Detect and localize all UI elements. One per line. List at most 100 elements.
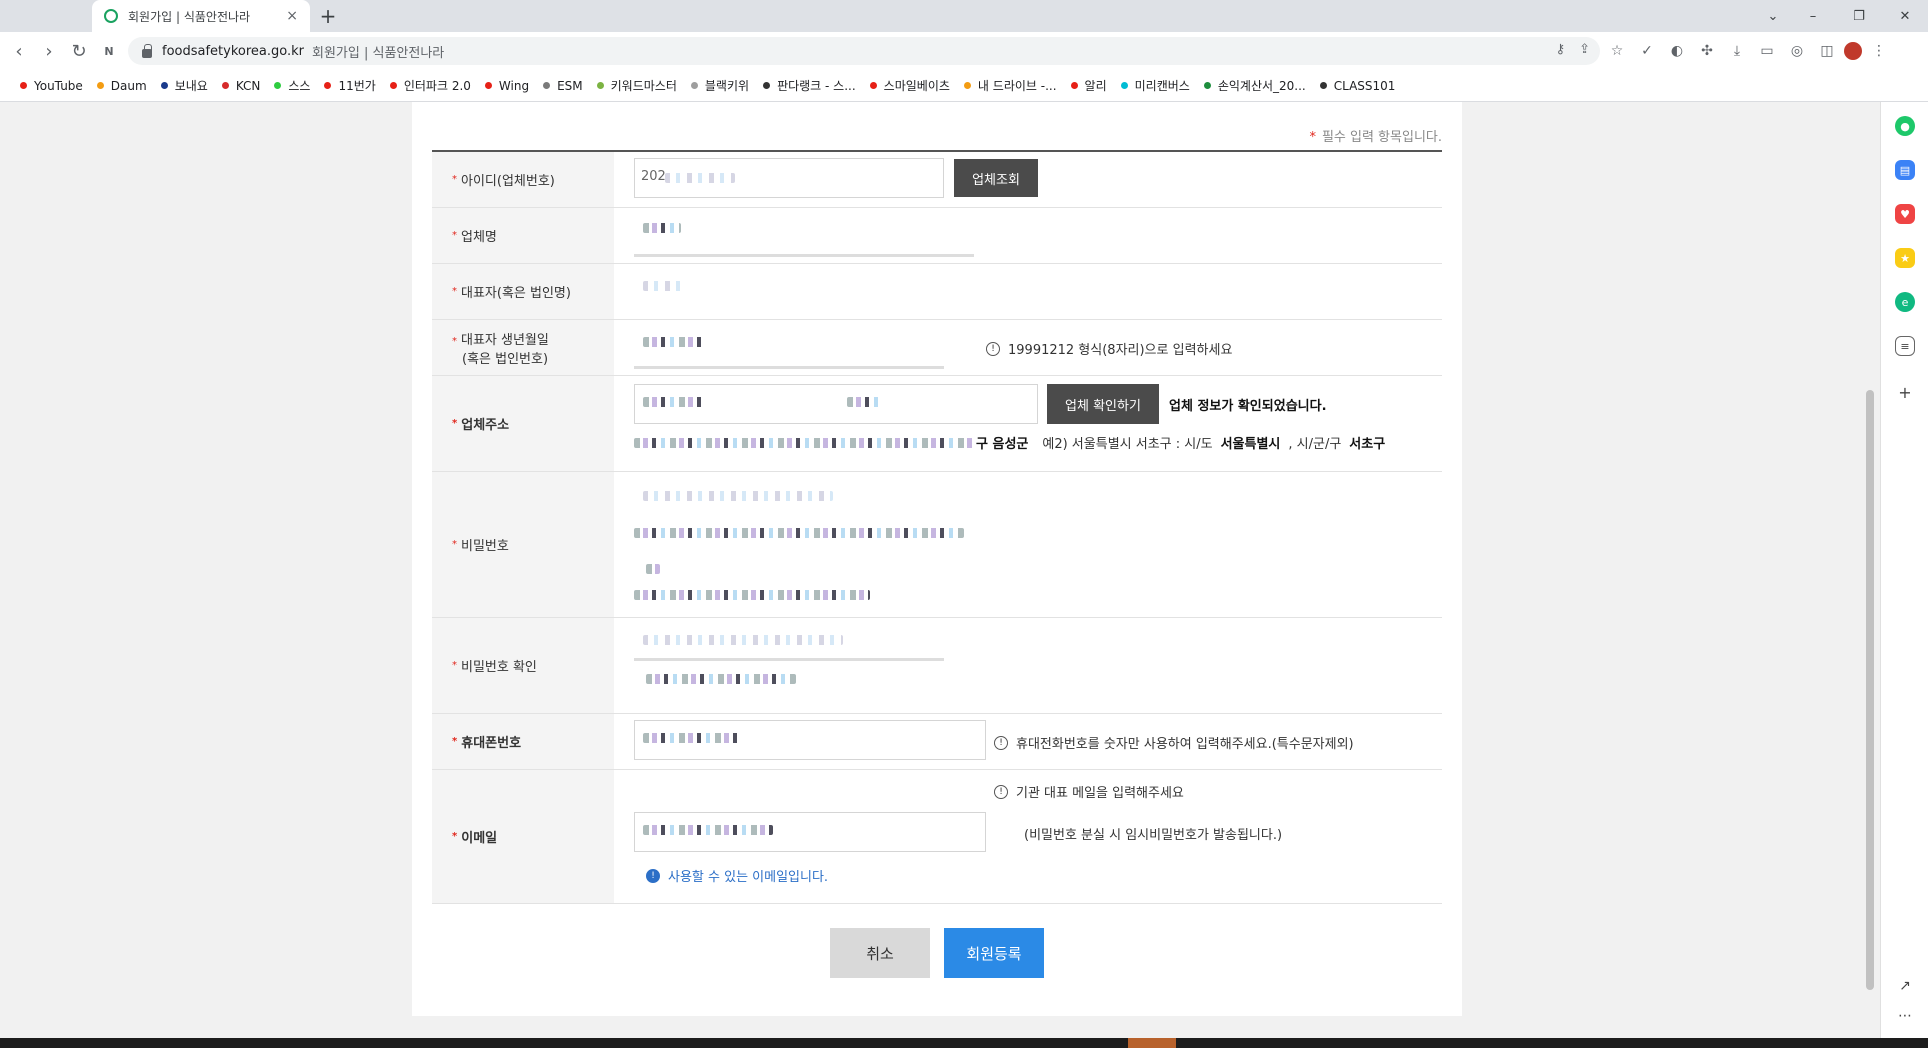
birth-hint: ! 19991212 형식(8자리)으로 입력하세요 <box>986 339 1232 358</box>
screen-icon[interactable]: ▭ <box>1754 43 1780 59</box>
close-window-button[interactable]: ✕ <box>1882 9 1928 24</box>
side-app-icon[interactable]: ● <box>1895 116 1915 136</box>
taskbar-active-app[interactable] <box>1128 1038 1176 1048</box>
key-icon[interactable]: ⚷ <box>1556 42 1566 57</box>
bookmark-item[interactable]: Wing <box>484 79 529 93</box>
bookmark-item[interactable]: 스스 <box>274 77 310 94</box>
bookmark-label: 인터파크 2.0 <box>403 79 471 93</box>
bookmark-item[interactable]: 블랙키위 <box>690 77 749 94</box>
site-favicon-icon <box>104 9 118 23</box>
verify-company-button[interactable]: 업체 확인하기 <box>1047 384 1159 424</box>
sidebar-icon[interactable]: ◫ <box>1814 43 1840 59</box>
mouse-icon[interactable]: ◐ <box>1664 43 1690 59</box>
redacted-text <box>643 491 833 501</box>
bookmark-item[interactable]: 내 드라이브 -... <box>963 77 1057 94</box>
birth-input[interactable] <box>634 326 944 366</box>
bookmark-label: CLASS101 <box>1333 78 1396 93</box>
password-confirm-input[interactable] <box>634 622 974 662</box>
bookmark-item[interactable]: 키워드마스터 <box>596 77 677 94</box>
row-company: * 업체명 <box>432 208 1442 264</box>
redacted-text <box>643 223 681 233</box>
bookmark-label: YouTube <box>34 78 83 93</box>
info-icon: ! <box>986 341 1000 356</box>
side-edge-icon[interactable]: e <box>1895 292 1915 312</box>
bookmark-item[interactable]: ESM <box>543 79 583 93</box>
phone-input[interactable] <box>634 720 986 760</box>
redacted-text <box>643 337 703 347</box>
back-icon[interactable]: ‹ <box>4 41 34 62</box>
page-scrollbar[interactable] <box>1862 102 1878 1038</box>
bookmark-star-icon[interactable]: ☆ <box>1604 43 1630 59</box>
lock-icon[interactable] <box>142 43 152 58</box>
bookmark-item[interactable]: Daum <box>96 79 147 93</box>
cell-email: ! 기관 대표 메일을 입력해주세요 (비밀번호 분실 시 임시비밀번호가 발송… <box>614 770 1442 903</box>
bookmark-favicon-icon <box>963 82 971 89</box>
side-calendar-icon[interactable]: ▤ <box>1895 160 1915 180</box>
id-input[interactable]: 202 <box>634 158 944 198</box>
bookmark-item[interactable]: CLASS101 <box>1319 78 1396 93</box>
signup-form-card: * 필수 입력 항목입니다. * 아이디(업체번호) 202 업체조회 * 업체명 <box>412 102 1462 1016</box>
reload-icon[interactable]: ↻ <box>64 41 94 62</box>
forward-icon[interactable]: › <box>34 41 64 62</box>
address-bar[interactable]: foodsafetykorea.go.kr 회원가입 | 식품안전나라 ⚷ ⇪ <box>128 37 1600 65</box>
bookmark-item[interactable]: 판다랭크 - 스... <box>763 77 856 94</box>
bookmark-item[interactable]: YouTube <box>20 79 83 93</box>
active-tab[interactable]: 회원가입 | 식품안전나라 × <box>92 0 310 32</box>
email-hint: ! 기관 대표 메일을 입력해주세요 <box>994 782 1184 801</box>
restore-button[interactable]: ❐ <box>1836 9 1882 24</box>
side-star-icon[interactable]: ★ <box>1895 248 1915 268</box>
required-note: * 필수 입력 항목입니다. <box>1309 126 1442 145</box>
cancel-button[interactable]: 취소 <box>830 928 930 978</box>
address-input[interactable] <box>634 384 1038 424</box>
share-icon[interactable]: ⇪ <box>1579 42 1590 57</box>
pinned-tab-area[interactable] <box>0 0 92 32</box>
password-input[interactable] <box>634 476 974 516</box>
row-password: * 비밀번호 <box>432 472 1442 618</box>
tab-close-icon[interactable]: × <box>286 8 298 24</box>
ceo-input[interactable] <box>634 270 944 310</box>
profile-avatar[interactable] <box>1844 42 1862 60</box>
redacted-address <box>634 438 974 448</box>
bookmark-item[interactable]: 11번가 <box>324 77 376 94</box>
company-lookup-button[interactable]: 업체조회 <box>954 159 1038 197</box>
side-add-icon[interactable]: + <box>1895 382 1915 402</box>
download-icon[interactable]: ⤓ <box>1724 43 1750 59</box>
required-star: * <box>1309 130 1316 145</box>
redacted-text <box>665 173 735 183</box>
tab-search-icon[interactable]: ⌄ <box>1756 9 1790 24</box>
label-ceo: * 대표자(혹은 법인명) <box>432 264 614 319</box>
browser-side-panel: ● ▤ ♥ ★ e ≡ + ↗ ⋯ <box>1880 102 1928 1038</box>
side-chat-icon[interactable]: ≡ <box>1895 336 1915 356</box>
label-password-confirm: * 비밀번호 확인 <box>432 618 614 713</box>
extensions-icon[interactable]: ✣ <box>1694 43 1720 59</box>
camera-icon[interactable]: ◎ <box>1784 43 1810 59</box>
side-more-icon[interactable]: ⋯ <box>1895 1006 1915 1026</box>
bookmark-item[interactable]: KCN <box>221 79 260 93</box>
scrollbar-thumb[interactable] <box>1866 390 1874 990</box>
side-open-icon[interactable]: ↗ <box>1895 976 1915 996</box>
bookmark-item[interactable]: 알리 <box>1070 77 1107 94</box>
redacted-match-status <box>646 674 796 684</box>
redacted-rule <box>634 528 964 538</box>
bookmark-item[interactable]: 인터파크 2.0 <box>389 77 471 94</box>
label-password: * 비밀번호 <box>432 472 614 617</box>
company-input[interactable] <box>634 214 944 254</box>
row-phone: * 휴대폰번호 ! 휴대전화번호를 숫자만 사용하여 입력해주세요.(특수문자제외… <box>432 714 1442 770</box>
menu-icon[interactable]: ⋮ <box>1866 43 1892 59</box>
bookmark-item[interactable]: 손익계산서_20... <box>1203 77 1306 94</box>
side-pocket-icon[interactable]: ♥ <box>1895 204 1915 224</box>
bookmark-item[interactable]: 보내요 <box>160 77 208 94</box>
register-button[interactable]: 회원등록 <box>944 928 1044 978</box>
bookmark-item[interactable]: 미리캔버스 <box>1120 77 1190 94</box>
bookmark-favicon-icon <box>596 82 604 89</box>
new-tab-button[interactable]: + <box>316 4 340 28</box>
naver-icon[interactable]: N <box>94 45 124 58</box>
redacted-text <box>643 281 683 291</box>
check-icon[interactable]: ✓ <box>1634 43 1660 59</box>
email-input[interactable] <box>634 812 986 852</box>
minimize-button[interactable]: – <box>1790 9 1836 24</box>
cell-company <box>614 208 1442 263</box>
cell-id: 202 업체조회 <box>614 152 1442 207</box>
omnibox-actions: ⚷ ⇪ <box>1556 42 1590 57</box>
bookmark-item[interactable]: 스마일베이츠 <box>869 77 950 94</box>
